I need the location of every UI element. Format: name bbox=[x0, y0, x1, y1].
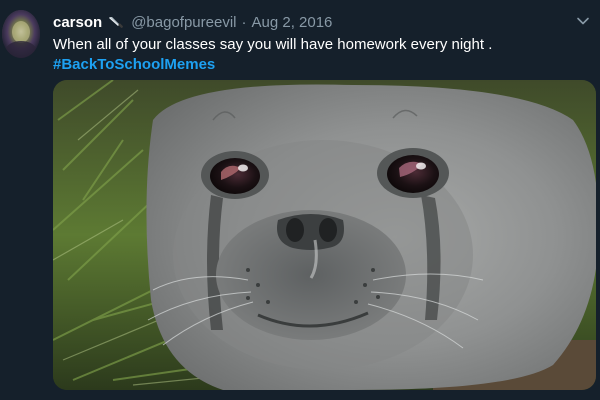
tweet-date[interactable]: Aug 2, 2016 bbox=[252, 14, 333, 31]
avatar[interactable] bbox=[2, 10, 40, 58]
display-name[interactable]: carson bbox=[53, 14, 102, 31]
crying-seal-photo bbox=[53, 80, 596, 390]
tweet-photo[interactable] bbox=[53, 80, 596, 390]
user-handle[interactable]: @bagofpureevil bbox=[131, 14, 236, 31]
avatar-image bbox=[2, 10, 40, 58]
chevron-down-icon[interactable] bbox=[576, 14, 590, 28]
tweet-text-line: When all of your classes say you will ha… bbox=[53, 36, 493, 53]
header-separator: · bbox=[241, 13, 247, 31]
knife-icon bbox=[108, 14, 124, 30]
hashtag-link[interactable]: #BackToSchoolMemes bbox=[53, 55, 215, 75]
tweet-card[interactable]: carson @bagofpureevil · Aug 2, 2016 When… bbox=[0, 0, 600, 400]
tweet-text: When all of your classes say you will ha… bbox=[53, 35, 593, 75]
tweet-header: carson @bagofpureevil · Aug 2, 2016 bbox=[53, 12, 332, 32]
